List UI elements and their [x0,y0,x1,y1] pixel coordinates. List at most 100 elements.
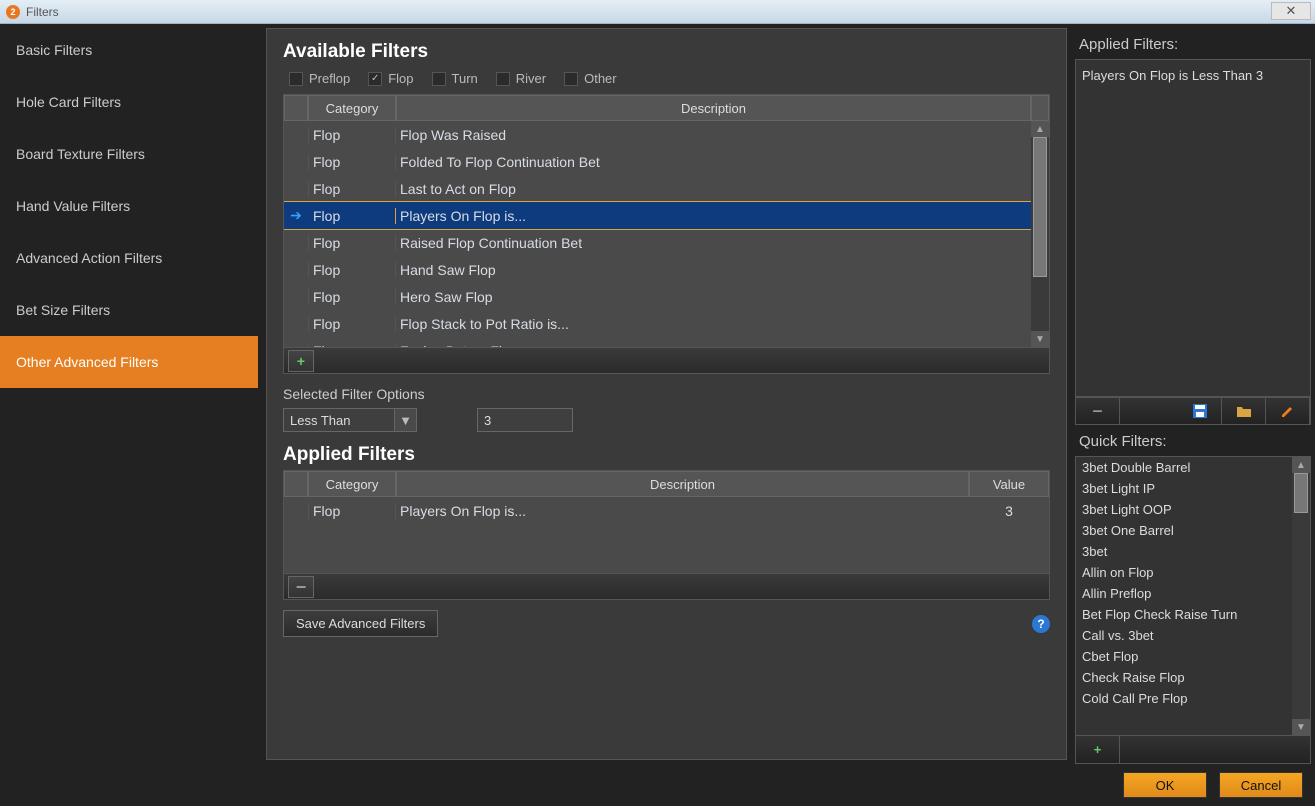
check-flop-label: Flop [388,71,413,86]
row-category: Flop [308,316,396,332]
table-row[interactable]: ➔FlopPlayers On Flop is... [284,202,1031,229]
applied-heading: Applied Filters [283,444,1050,466]
scroll-thumb[interactable] [1033,137,1047,277]
scroll-up-icon[interactable]: ▲ [1031,121,1049,137]
col-description[interactable]: Description [396,471,969,497]
street-checkrow: Preflop ✓Flop Turn River Other [283,67,1050,94]
check-other[interactable]: Other [564,71,617,86]
ok-button[interactable]: OK [1123,772,1207,798]
comparator-combo[interactable]: Less Than ▼ [283,408,417,432]
col-category[interactable]: Category [308,95,396,121]
quick-scrollbar[interactable]: ▲ ▼ [1292,457,1310,735]
quick-filter-item[interactable]: 3bet Light OOP [1076,499,1310,520]
add-quick-button[interactable]: + [1076,736,1120,763]
quick-filter-item[interactable]: 3bet [1076,541,1310,562]
check-river[interactable]: River [496,71,546,86]
sidebar-item-boardtexture[interactable]: Board Texture Filters [0,128,258,180]
footer: OK Cancel [0,764,1315,806]
value-input[interactable] [477,408,573,432]
row-category: Flop [308,289,396,305]
col-handle [284,95,308,121]
quick-filter-item[interactable]: Bet Flop Check Raise Turn [1076,604,1310,625]
close-button[interactable]: ✕ [1271,2,1311,20]
row-description: Flop Was Raised [396,127,1031,143]
remove-filter-button[interactable]: − [288,576,314,598]
check-preflop[interactable]: Preflop [289,71,350,86]
scroll-thumb[interactable] [1294,473,1308,513]
applied-filter-item[interactable]: Players On Flop is Less Than 3 [1080,64,1306,87]
chevron-down-icon[interactable]: ▼ [394,409,416,431]
scroll-up-icon[interactable]: ▲ [1292,457,1310,473]
open-icon[interactable] [1222,398,1266,424]
save-icon[interactable] [1178,398,1222,424]
row-indicator: ➔ [284,207,308,224]
scroll-down-icon[interactable]: ▼ [1292,719,1310,735]
window-title: Filters [26,5,59,19]
check-turn[interactable]: Turn [432,71,478,86]
table-row[interactable]: FlopHand Saw Flop [284,256,1031,283]
quick-filter-item[interactable]: Cbet Flop [1076,646,1310,667]
quick-toolbar: + [1075,736,1311,764]
table-row[interactable]: FlopFlop Was Raised [284,121,1031,148]
applied-toolstrip: − [284,573,1049,599]
table-row[interactable]: FlopFlop Stack to Pot Ratio is... [284,310,1031,337]
check-flop[interactable]: ✓Flop [368,71,413,86]
applied-grid: Category Description Value FlopPlayers O… [283,470,1050,600]
row-category: Flop [308,208,396,224]
row-value: 3 [969,503,1049,519]
scroll-down-icon[interactable]: ▼ [1031,331,1049,347]
quick-filter-item[interactable]: 3bet One Barrel [1076,520,1310,541]
quick-filters-heading: Quick Filters: [1079,433,1311,450]
check-other-label: Other [584,71,617,86]
sidebar-item-handvalue[interactable]: Hand Value Filters [0,180,258,232]
col-scroll [1031,95,1049,121]
save-advanced-filters-button[interactable]: Save Advanced Filters [283,610,438,637]
sidebar-item-otheradvanced[interactable]: Other Advanced Filters [0,336,258,388]
table-row[interactable]: FlopPlayers On Flop is...3 [284,497,1049,524]
available-scrollbar[interactable]: ▲ ▼ [1031,121,1049,347]
check-river-label: River [516,71,546,86]
table-row[interactable]: FlopHero Saw Flop [284,283,1031,310]
edit-icon[interactable] [1266,398,1310,424]
sidebar-item-basic[interactable]: Basic Filters [0,24,258,76]
cancel-button[interactable]: Cancel [1219,772,1303,798]
quick-filters-list: 3bet Double Barrel3bet Light IP3bet Ligh… [1075,456,1311,736]
comparator-value: Less Than [284,409,394,431]
col-description[interactable]: Description [396,95,1031,121]
table-row[interactable]: FlopFolded To Flop Continuation Bet [284,148,1031,175]
sidebar-item-holecard[interactable]: Hole Card Filters [0,76,258,128]
sidebar-item-betsize[interactable]: Bet Size Filters [0,284,258,336]
row-category: Flop [308,181,396,197]
row-description: Players On Flop is... [396,503,969,519]
row-description: Raised Flop Continuation Bet [396,235,1031,251]
row-category: Flop [308,235,396,251]
quick-filter-item[interactable]: 3bet Light IP [1076,478,1310,499]
sidebar-item-advancedaction[interactable]: Advanced Action Filters [0,232,258,284]
help-icon[interactable]: ? [1032,615,1050,633]
app-icon: 2 [6,5,20,19]
row-description: Flop Stack to Pot Ratio is... [396,316,1031,332]
quick-filter-item[interactable]: Cold Call Pre Flop [1076,688,1310,709]
table-row[interactable]: FlopRaised Flop Continuation Bet [284,229,1031,256]
add-filter-button[interactable]: + [288,350,314,372]
quick-filter-item[interactable]: Call vs. 3bet [1076,625,1310,646]
right-toolbar: − [1075,397,1311,425]
quick-filter-item[interactable]: Check Raise Flop [1076,667,1310,688]
col-category[interactable]: Category [308,471,396,497]
quick-filter-item[interactable]: 3bet Double Barrel [1076,457,1310,478]
sidebar: Basic Filters Hole Card Filters Board Te… [0,24,258,764]
available-grid-header: Category Description [284,95,1049,121]
right-panel: Applied Filters: Players On Flop is Less… [1071,24,1315,764]
remove-applied-button[interactable]: − [1076,398,1120,424]
quick-filter-item[interactable]: Allin on Flop [1076,562,1310,583]
right-applied-list: Players On Flop is Less Than 3 [1075,59,1311,397]
row-description: Hero Saw Flop [396,289,1031,305]
col-value[interactable]: Value [969,471,1049,497]
quick-filter-item[interactable]: Allin Preflop [1076,583,1310,604]
table-row[interactable]: FlopFacing Bet on Flop [284,337,1031,347]
titlebar: 2 Filters ✕ [0,0,1315,24]
row-category: Flop [308,343,396,348]
row-description: Folded To Flop Continuation Bet [396,154,1031,170]
available-grid: Category Description FlopFlop Was Raised… [283,94,1050,374]
table-row[interactable]: FlopLast to Act on Flop [284,175,1031,202]
